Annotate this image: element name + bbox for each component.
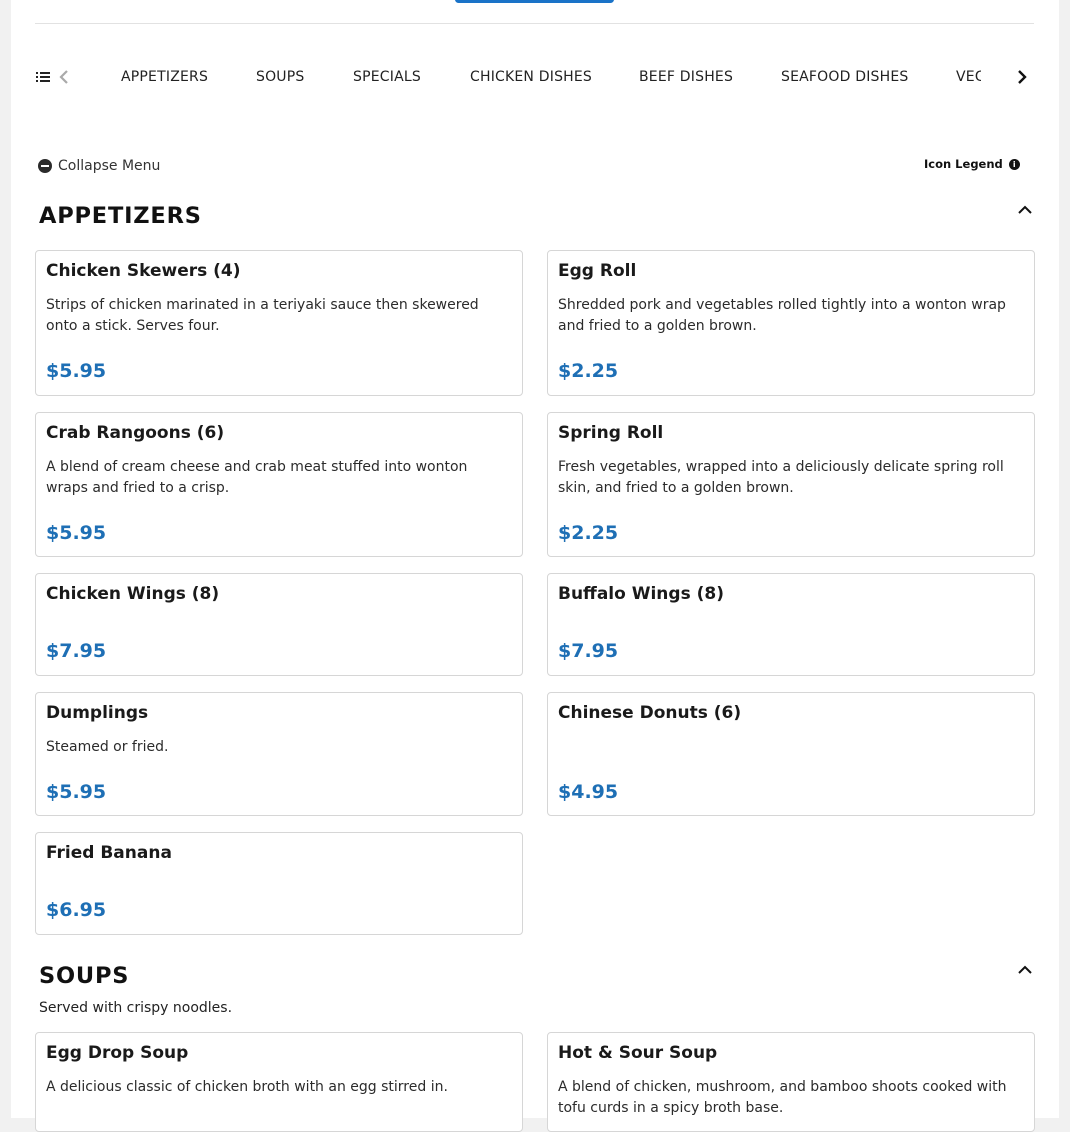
list-icon[interactable] (35, 69, 51, 85)
divider (35, 23, 1034, 24)
chevron-up-icon[interactable] (1017, 963, 1033, 975)
item-description: A blend of cream cheese and crab meat st… (46, 459, 468, 496)
item-description: Steamed or fried. (46, 739, 169, 755)
section-note: Served with crispy noodles. (39, 1000, 233, 1016)
tab-chicken-dishes[interactable]: CHICKEN DISHES (470, 69, 592, 85)
category-nav: APPETIZERS SOUPS SPECIALS CHICKEN DISHES… (35, 57, 1034, 99)
item-description: A blend of chicken, mushroom, and bamboo… (558, 1079, 1007, 1116)
section-title-soups: SOUPS (39, 963, 130, 989)
item-name: Chicken Wings (8) (46, 584, 220, 604)
menu-item-card[interactable]: Chinese Donuts (6) $4.95 (547, 692, 1035, 816)
chevron-left-icon[interactable] (57, 68, 71, 86)
item-price: $5.95 (46, 522, 107, 544)
item-price: $5.95 (46, 781, 107, 803)
item-name: Crab Rangoons (6) (46, 423, 225, 443)
item-name: Buffalo Wings (8) (558, 584, 724, 604)
item-price: $6.95 (46, 899, 107, 921)
order-online-button[interactable] (455, 0, 614, 3)
item-price: $5.95 (46, 360, 107, 382)
tab-beef-dishes[interactable]: BEEF DISHES (639, 69, 733, 85)
collapse-menu-button[interactable]: Collapse Menu (38, 157, 160, 175)
tab-vegetable-dishes[interactable]: VEG (956, 69, 981, 85)
icon-legend-button[interactable]: Icon Legend i (924, 157, 1020, 171)
menu-item-card[interactable]: Buffalo Wings (8) $7.95 (547, 573, 1035, 676)
item-name: Egg Drop Soup (46, 1043, 189, 1063)
item-description: Fresh vegetables, wrapped into a delicio… (558, 459, 1004, 496)
item-name: Fried Banana (46, 843, 172, 863)
menu-item-card[interactable]: Fried Banana $6.95 (35, 832, 523, 935)
tab-appetizers[interactable]: APPETIZERS (121, 69, 208, 85)
item-price: $2.25 (558, 522, 619, 544)
icon-legend-label: Icon Legend (924, 157, 1003, 171)
menu-item-card[interactable]: Chicken Skewers (4) Strips of chicken ma… (35, 250, 523, 396)
menu-item-card[interactable]: Egg Drop Soup A delicious classic of chi… (35, 1032, 523, 1132)
item-price: $2.25 (558, 360, 619, 382)
category-tabs: APPETIZERS SOUPS SPECIALS CHICKEN DISHES… (91, 57, 981, 99)
item-price: $7.95 (46, 640, 107, 662)
item-name: Egg Roll (558, 261, 637, 281)
menu-item-card[interactable]: Spring Roll Fresh vegetables, wrapped in… (547, 412, 1035, 557)
menu-item-card[interactable]: Egg Roll Shredded pork and vegetables ro… (547, 250, 1035, 396)
menu-item-card[interactable]: Crab Rangoons (6) A blend of cream chees… (35, 412, 523, 557)
menu-item-card[interactable]: Chicken Wings (8) $7.95 (35, 573, 523, 676)
section-title-appetizers: APPETIZERS (39, 203, 202, 229)
item-description: Strips of chicken marinated in a teriyak… (46, 297, 479, 334)
menu-item-card[interactable]: Dumplings Steamed or fried. $5.95 (35, 692, 523, 816)
item-name: Chicken Skewers (4) (46, 261, 241, 281)
item-description: A delicious classic of chicken broth wit… (46, 1079, 448, 1095)
item-description: Shredded pork and vegetables rolled tigh… (558, 297, 1006, 334)
chevron-right-icon[interactable] (1015, 68, 1029, 86)
collapse-menu-label: Collapse Menu (58, 158, 161, 174)
item-price: $4.95 (558, 781, 619, 803)
item-name: Hot & Sour Soup (558, 1043, 718, 1063)
tab-seafood-dishes[interactable]: SEAFOOD DISHES (781, 69, 909, 85)
menu-item-card[interactable]: Hot & Sour Soup A blend of chicken, mush… (547, 1032, 1035, 1132)
minus-circle-icon (38, 159, 52, 173)
tab-specials[interactable]: SPECIALS (353, 69, 421, 85)
info-icon: i (1008, 158, 1020, 170)
menu-page: APPETIZERS SOUPS SPECIALS CHICKEN DISHES… (11, 0, 1059, 1132)
item-name: Dumplings (46, 703, 149, 723)
item-name: Chinese Donuts (6) (558, 703, 742, 723)
tab-soups[interactable]: SOUPS (256, 69, 304, 85)
chevron-up-icon[interactable] (1017, 203, 1033, 215)
item-name: Spring Roll (558, 423, 664, 443)
item-price: $7.95 (558, 640, 619, 662)
